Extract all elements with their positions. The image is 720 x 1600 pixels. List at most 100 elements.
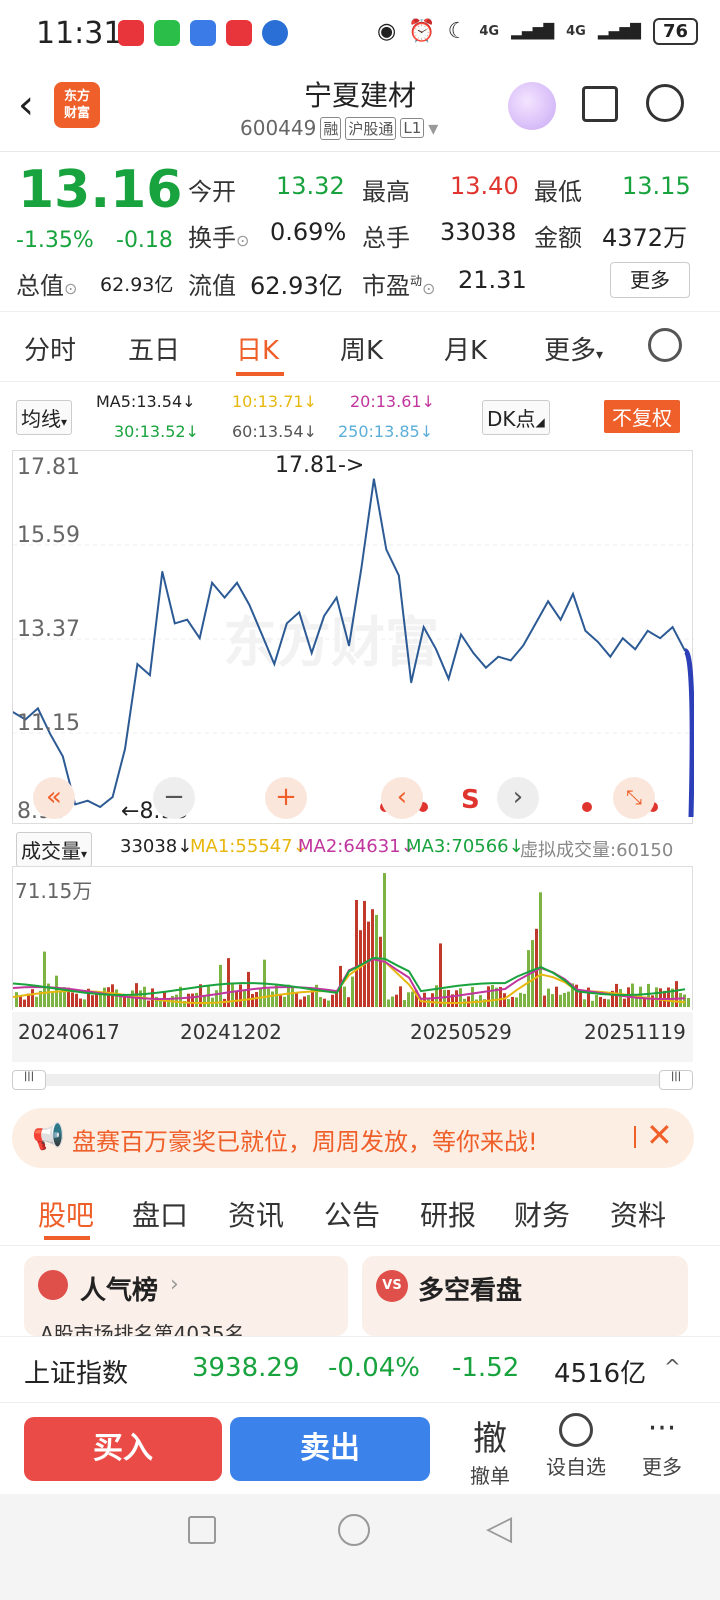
tab-finance[interactable]: 财务 — [514, 1194, 570, 1234]
tab-guba[interactable]: 股吧 — [38, 1194, 94, 1234]
price-point — [373, 478, 375, 480]
scroll-left-fast-icon[interactable]: « — [33, 777, 75, 819]
ma30-value: 30:13.52↓ — [114, 422, 199, 441]
tab-profile[interactable]: 资料 — [610, 1194, 666, 1234]
volume-bar — [443, 989, 446, 1007]
stock-code-row[interactable]: 600449 融 沪股通 L1 ▾ — [240, 116, 438, 140]
volume-bar — [251, 993, 254, 1007]
range-scrollbar[interactable]: ||| ||| — [12, 1070, 693, 1090]
index-ticker[interactable]: 上证指数 3938.29 -0.04% -1.52 4516亿 ^ — [0, 1336, 720, 1402]
cancel-icon: 撤 — [473, 1419, 507, 1459]
volume-bar — [651, 995, 654, 1007]
scroll-left-icon[interactable]: ‹ — [381, 777, 423, 819]
wechat-icon — [154, 20, 180, 46]
price-point — [136, 663, 139, 665]
volume-dropdown[interactable]: 成交量▾ — [16, 832, 93, 867]
gear-icon[interactable] — [648, 328, 682, 362]
quote-panel: 13.16 -1.35% -0.18 今开 13.32 最高 13.40 最低 … — [0, 152, 720, 312]
volume-bar — [363, 900, 366, 1007]
tab-monthly-k[interactable]: 月K — [444, 330, 487, 367]
price-point — [149, 674, 151, 676]
open-label: 今开 — [188, 178, 236, 206]
volume-bar — [295, 993, 298, 1007]
back-nav-icon[interactable]: ◁ — [486, 1508, 512, 1548]
index-value: 3938.29 — [192, 1353, 300, 1383]
versus-icon: VS — [376, 1270, 408, 1302]
popularity-card[interactable]: 人气榜 › A股市场排名第4035名 — [24, 1256, 348, 1336]
browser-icon — [262, 20, 288, 46]
ma-dropdown[interactable]: 均线▾ — [16, 400, 73, 435]
kline-chart[interactable]: 东方财富 17.81 15.59 13.37 11.15 8.93 17.81-… — [12, 450, 695, 824]
price-point — [634, 648, 636, 651]
adjust-type-button[interactable]: 不复权 — [604, 400, 680, 433]
close-icon[interactable]: ✕ — [646, 1116, 673, 1154]
stock-header: ‹ 东方 财富 宁夏建材 600449 融 沪股通 L1 ▾ — [0, 68, 720, 152]
add-watchlist-button[interactable]: 设自选 — [540, 1411, 612, 1480]
more-actions-label: 更多 — [642, 1455, 682, 1479]
volume-bar — [555, 986, 558, 1007]
more-quote-button[interactable]: 更多 — [610, 262, 690, 298]
volume-bar — [391, 996, 394, 1007]
volume-bar — [75, 993, 78, 1007]
volume-bar — [303, 996, 306, 1007]
volume-bar — [679, 993, 682, 1007]
volume-chart[interactable]: 71.15万 — [12, 866, 693, 1010]
volume-bar — [367, 921, 370, 1007]
cancel-order-button[interactable]: 撤 撤单 — [460, 1411, 520, 1489]
price-point — [161, 570, 164, 573]
price-point — [510, 659, 512, 662]
sell-signal-marker: S — [461, 785, 480, 815]
volume-bar — [239, 984, 242, 1007]
zoom-in-icon[interactable]: + — [265, 777, 307, 819]
tab-weekly-k[interactable]: 周K — [340, 330, 383, 367]
turnover-label: 换手⊙ — [188, 224, 250, 252]
share-icon[interactable] — [582, 86, 618, 122]
volume-bar — [191, 993, 194, 1007]
tab-research[interactable]: 研报 — [420, 1194, 476, 1234]
ma5-value: MA5:13.54↓ — [96, 392, 196, 411]
virtual-volume: 虚拟成交量:60150 — [520, 840, 674, 861]
bull-bear-card[interactable]: VS 多空看盘 — [362, 1256, 688, 1336]
active-tab-underline — [236, 372, 284, 376]
more-actions-button[interactable]: ··· 更多 — [632, 1411, 692, 1480]
volume-bar — [91, 995, 94, 1007]
tab-daily-k[interactable]: 日K — [236, 330, 279, 367]
volume-bar — [423, 992, 426, 1007]
promo-banner[interactable]: 📢 盘赛百万豪奖已就位，周周发放，等你来战! ✕ — [12, 1108, 694, 1168]
cancel-order-label: 撤单 — [470, 1464, 510, 1488]
fullscreen-icon[interactable]: ⤡ — [613, 777, 655, 819]
buy-button[interactable]: 买入 — [24, 1417, 222, 1481]
price-point — [622, 637, 624, 639]
tab-announcements[interactable]: 公告 — [324, 1194, 380, 1234]
search-icon[interactable] — [646, 84, 684, 122]
price-point — [534, 622, 537, 625]
ma60-value: 60:13.54↓ — [232, 422, 317, 441]
range-handle-right[interactable]: ||| — [659, 1070, 693, 1090]
volume-value: 33038 — [440, 218, 517, 246]
eye-icon: ◉ — [377, 19, 397, 44]
dk-point-dropdown[interactable]: DK点◢ — [482, 400, 550, 435]
home-icon[interactable] — [338, 1514, 370, 1546]
tab-intraday[interactable]: 分时 — [24, 330, 76, 367]
sell-button[interactable]: 卖出 — [230, 1417, 430, 1481]
volume-bar — [487, 986, 490, 1007]
volume-value: 33038↓ — [120, 836, 193, 857]
price-point — [261, 633, 263, 636]
scroll-right-icon[interactable]: › — [497, 777, 539, 819]
price-point — [86, 799, 89, 802]
tab-five-day[interactable]: 五日 — [128, 330, 180, 367]
status-right: ◉ ⏰ ☾ 4G ▂▄▆█ 4G ▂▄▆█ 76 — [377, 18, 698, 45]
index-pct: -0.04% — [328, 1353, 420, 1383]
chevron-up-icon[interactable]: ^ — [664, 1355, 681, 1379]
recents-icon[interactable] — [188, 1516, 216, 1544]
tab-pankou[interactable]: 盘口 — [132, 1194, 188, 1234]
tab-more[interactable]: 更多▾ — [544, 330, 603, 367]
tab-news[interactable]: 资讯 — [228, 1194, 284, 1234]
zoom-out-icon[interactable]: − — [153, 777, 195, 819]
volume-bar — [279, 993, 282, 1007]
volume-bar — [379, 936, 382, 1007]
ai-assistant-icon[interactable] — [508, 82, 556, 130]
max-price-label: 17.81-> — [275, 453, 365, 478]
volume-bar — [511, 996, 514, 1007]
range-handle-left[interactable]: ||| — [12, 1070, 46, 1090]
